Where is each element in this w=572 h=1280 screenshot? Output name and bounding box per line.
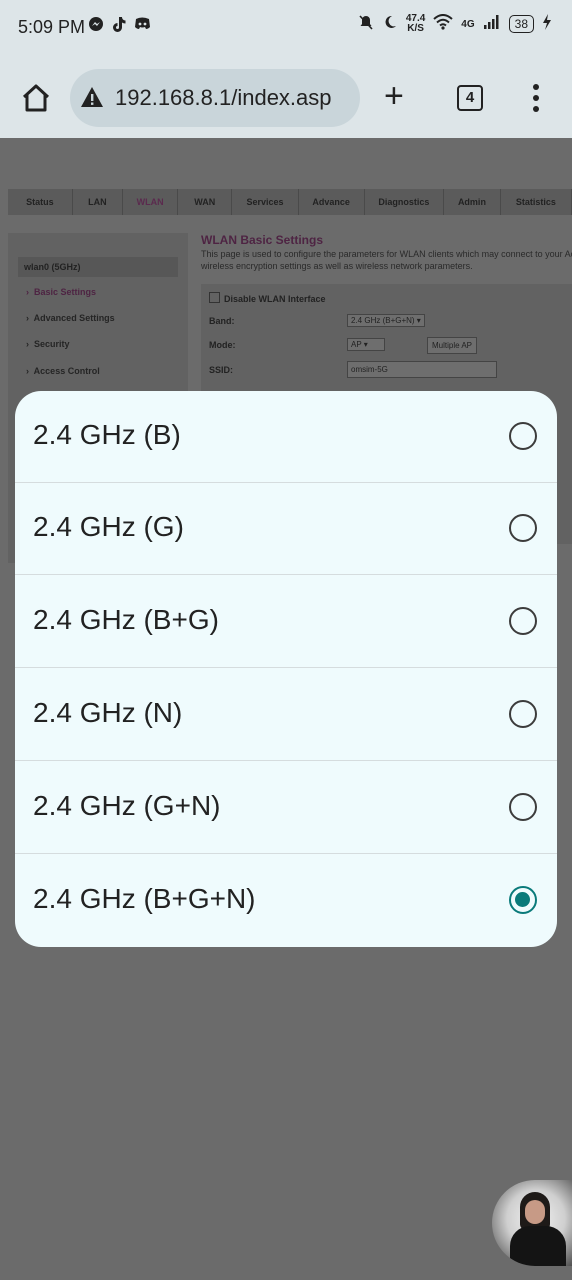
sidebar-item-basic-settings[interactable]: › Basic Settings bbox=[26, 287, 96, 297]
discord-icon bbox=[134, 16, 151, 36]
router-nav-tabs: Status LAN WLAN WAN Services Advance Dia… bbox=[8, 189, 572, 215]
band-option-label: 2.4 GHz (B+G+N) bbox=[33, 883, 256, 914]
tab-advance[interactable]: Advance bbox=[299, 189, 365, 215]
mute-icon bbox=[358, 14, 374, 34]
url-text: 192.168.8.1/index.asp bbox=[115, 85, 332, 110]
band-option-label: 2.4 GHz (N) bbox=[33, 697, 183, 728]
wifi-icon bbox=[433, 14, 453, 34]
band-option-n[interactable]: 2.4 GHz (N) bbox=[15, 669, 557, 761]
address-bar[interactable]: 192.168.8.1/index.asp bbox=[70, 69, 360, 127]
radio-button[interactable] bbox=[509, 514, 537, 542]
multiple-ap-button[interactable]: Multiple AP bbox=[427, 337, 478, 354]
band-option-bg[interactable]: 2.4 GHz (B+G) bbox=[15, 576, 557, 668]
messenger-icon bbox=[88, 16, 104, 36]
signal-icon bbox=[483, 14, 501, 34]
band-option-b[interactable]: 2.4 GHz (B) bbox=[15, 391, 557, 483]
tab-switcher-button[interactable]: 4 bbox=[457, 85, 483, 111]
sidebar-item-access-control[interactable]: › Access Control bbox=[26, 366, 100, 376]
status-bar: 5:09 PM 47.4 K/S 4G 38 bbox=[0, 0, 572, 60]
overflow-menu-button[interactable] bbox=[526, 82, 546, 114]
network-type: 4G bbox=[461, 18, 475, 30]
floating-avatar-bubble[interactable] bbox=[492, 1180, 572, 1266]
net-speed: 47.4 K/S bbox=[405, 13, 426, 34]
band-option-gn[interactable]: 2.4 GHz (G+N) bbox=[15, 762, 557, 854]
tab-wan[interactable]: WAN bbox=[178, 189, 233, 215]
browser-toolbar: 192.168.8.1/index.asp + 4 bbox=[0, 60, 572, 138]
radio-button[interactable] bbox=[509, 422, 537, 450]
ssid-input[interactable]: omsim-5G bbox=[347, 361, 497, 378]
system-icons: 47.4 K/S 4G 38 bbox=[358, 14, 552, 34]
home-icon bbox=[22, 84, 50, 112]
radio-button[interactable] bbox=[509, 700, 537, 728]
ssid-label: SSID: bbox=[209, 365, 234, 375]
disable-wlan-row: Disable WLAN Interface bbox=[209, 292, 326, 304]
tab-wlan[interactable]: WLAN bbox=[123, 189, 179, 215]
mode-select[interactable]: AP ▾ bbox=[347, 338, 385, 351]
radio-button-selected[interactable] bbox=[509, 886, 537, 914]
notification-icons bbox=[88, 16, 151, 36]
tab-statistics[interactable]: Statistics bbox=[501, 189, 572, 215]
disable-wlan-checkbox[interactable] bbox=[209, 292, 220, 303]
tiktok-icon bbox=[112, 16, 126, 36]
sidebar-header: wlan0 (5GHz) bbox=[18, 257, 178, 277]
band-option-label: 2.4 GHz (G) bbox=[33, 511, 184, 542]
mode-label: Mode: bbox=[209, 340, 236, 350]
not-secure-warning-icon[interactable] bbox=[80, 86, 104, 108]
band-option-g[interactable]: 2.4 GHz (G) bbox=[15, 483, 557, 575]
band-select-dialog: 2.4 GHz (B) 2.4 GHz (G) 2.4 GHz (B+G) 2.… bbox=[15, 391, 557, 947]
charging-icon bbox=[542, 14, 552, 34]
tab-admin[interactable]: Admin bbox=[444, 189, 501, 215]
page-title: WLAN Basic Settings bbox=[201, 233, 324, 247]
home-button[interactable] bbox=[20, 82, 52, 114]
sidebar-item-advanced-settings[interactable]: › Advanced Settings bbox=[26, 313, 115, 323]
band-option-label: 2.4 GHz (G+N) bbox=[33, 790, 221, 821]
band-option-label: 2.4 GHz (B) bbox=[33, 419, 181, 450]
new-tab-button[interactable]: + bbox=[384, 76, 404, 116]
band-option-label: 2.4 GHz (B+G) bbox=[33, 604, 219, 635]
radio-button[interactable] bbox=[509, 607, 537, 635]
tab-diagnostics[interactable]: Diagnostics bbox=[365, 189, 445, 215]
battery-indicator: 38 bbox=[508, 15, 534, 33]
band-option-bgn[interactable]: 2.4 GHz (B+G+N) bbox=[15, 855, 557, 947]
sidebar-item-security[interactable]: › Security bbox=[26, 339, 70, 349]
radio-button[interactable] bbox=[509, 793, 537, 821]
band-select[interactable]: 2.4 GHz (B+G+N) ▾ bbox=[347, 314, 425, 327]
do-not-disturb-icon bbox=[382, 14, 398, 34]
tab-services[interactable]: Services bbox=[232, 189, 299, 215]
tab-status[interactable]: Status bbox=[8, 189, 73, 215]
status-time: 5:09 PM bbox=[18, 17, 86, 37]
page-description: This page is used to configure the param… bbox=[201, 249, 572, 271]
tab-lan[interactable]: LAN bbox=[73, 189, 123, 215]
band-label: Band: bbox=[209, 316, 235, 326]
